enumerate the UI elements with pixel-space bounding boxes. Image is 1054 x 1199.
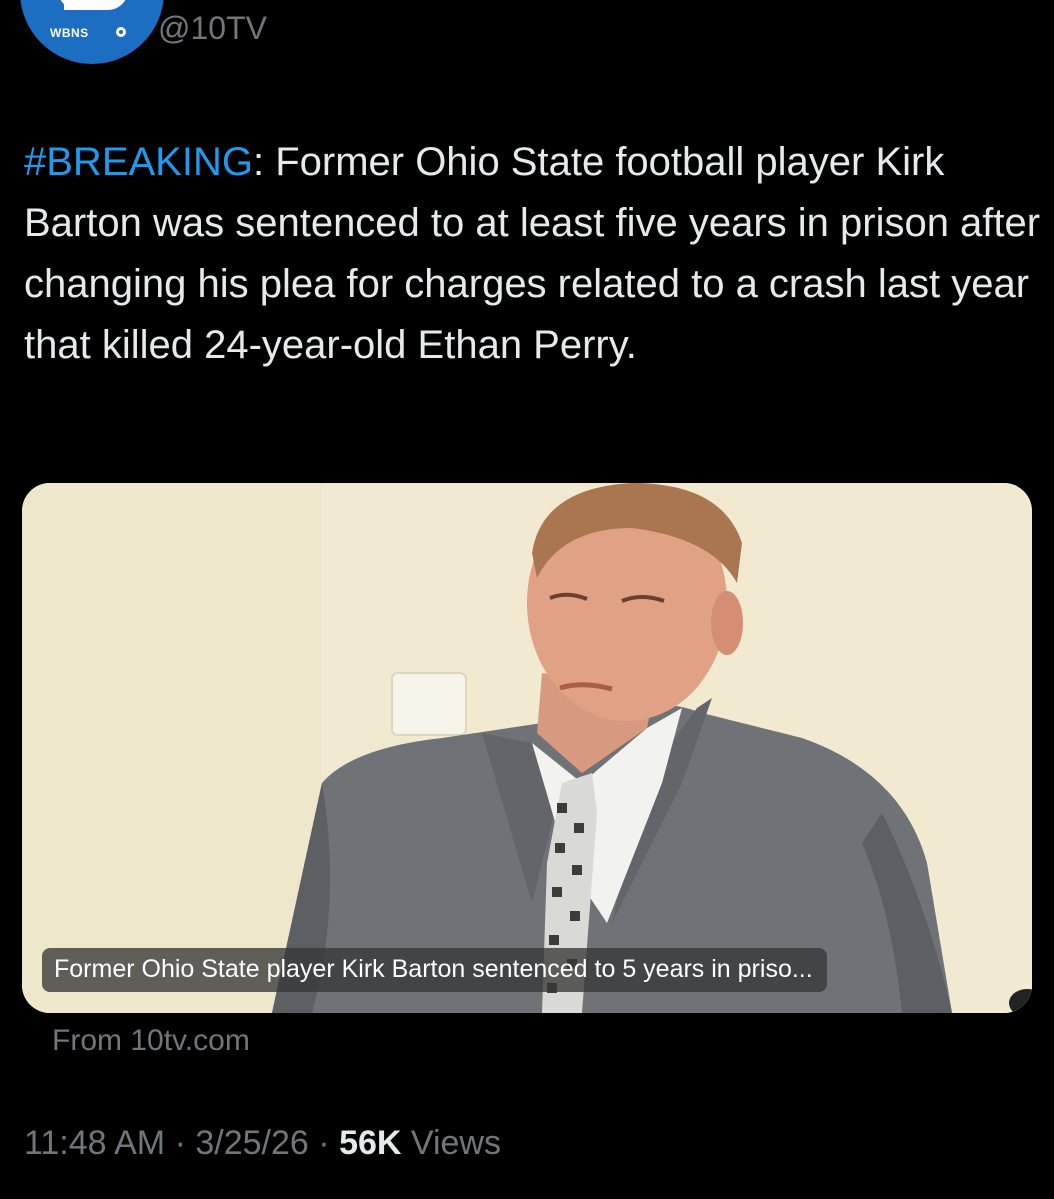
hashtag-link[interactable]: #BREAKING [24, 140, 253, 184]
link-card-caption: Former Ohio State player Kirk Barton sen… [42, 948, 827, 992]
avatar-label: WBNS [50, 26, 89, 40]
views-count: 56K [339, 1124, 402, 1162]
tweet-meta: 11:48 AM · 3/25/26 · 56K Views [24, 1124, 501, 1163]
ten-logo-icon [58, 0, 128, 10]
link-source[interactable]: From 10tv.com [52, 1024, 250, 1058]
tweet-header: WBNS @10TV [0, 0, 1054, 90]
news-photo [22, 483, 1032, 1013]
meta-separator: · [318, 1124, 330, 1162]
views-label: Views [410, 1124, 501, 1162]
meta-separator: · [174, 1124, 186, 1162]
tweet-time[interactable]: 11:48 AM [24, 1124, 165, 1162]
link-card[interactable]: Former Ohio State player Kirk Barton sen… [22, 483, 1032, 1013]
avatar[interactable]: WBNS [20, 0, 164, 64]
tweet-date[interactable]: 3/25/26 [195, 1124, 308, 1162]
cbs-eye-icon [116, 27, 126, 37]
tweet-text: #BREAKING: Former Ohio State football pl… [24, 132, 1044, 376]
account-handle[interactable]: @10TV [158, 10, 267, 47]
